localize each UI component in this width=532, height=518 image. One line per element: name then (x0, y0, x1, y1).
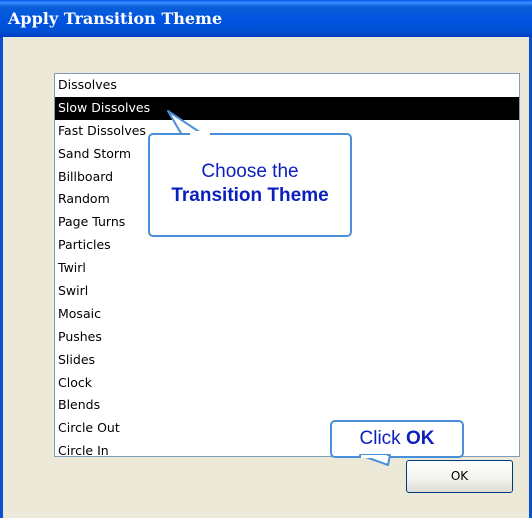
list-item[interactable]: Blends (55, 394, 519, 417)
callout-ok-strong-text: OK (405, 428, 435, 449)
callout-ok-pointer (359, 454, 391, 466)
transition-theme-list[interactable]: Dissolves Slow Dissolves Fast Dissolves … (54, 73, 520, 457)
list-item[interactable]: Particles (55, 234, 519, 257)
list-item[interactable]: Clock (55, 372, 519, 395)
list-item[interactable]: Swirl (55, 280, 519, 303)
list-item[interactable]: Mosaic (55, 303, 519, 326)
window-border-left (0, 37, 3, 518)
list-item[interactable]: Slides (55, 349, 519, 372)
list-item[interactable]: Dissolves (55, 74, 519, 97)
callout-click-ok: Click OK (330, 420, 464, 458)
callout-choose-theme: Choose the Transition Theme (148, 133, 352, 237)
list-item-selected[interactable]: Slow Dissolves (55, 96, 519, 120)
ok-button[interactable]: OK (406, 460, 513, 493)
apply-transition-theme-dialog: Apply Transition Theme Dissolves Slow Di… (0, 0, 532, 518)
callout-theme-pointer-cover (190, 131, 210, 137)
callout-theme-strong-text: Transition Theme (171, 185, 329, 206)
window-title: Apply Transition Theme (8, 9, 223, 28)
title-bar[interactable]: Apply Transition Theme (0, 0, 532, 37)
list-item[interactable]: Twirl (55, 257, 519, 280)
list-item[interactable]: Pushes (55, 326, 519, 349)
callout-theme-text: Choose the (201, 161, 299, 182)
callout-ok-text: Click (359, 428, 406, 449)
